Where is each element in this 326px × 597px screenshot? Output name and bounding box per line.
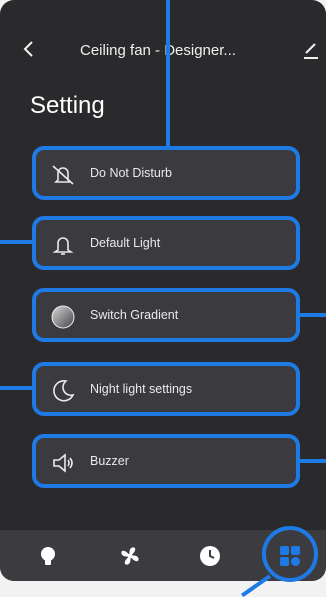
pencil-icon <box>304 43 318 59</box>
night-light-settings-label: Night light settings <box>90 382 193 396</box>
do-not-disturb-item[interactable]: Do Not Disturb <box>32 146 300 200</box>
bell-icon <box>52 237 74 255</box>
edit-button[interactable] <box>300 38 322 60</box>
page-title: Ceiling fan - Designer... <box>80 42 236 59</box>
gradient-circle-icon <box>51 305 75 329</box>
night-light-settings-item[interactable]: Night light settings <box>32 362 300 416</box>
tab-schedule[interactable] <box>198 544 222 568</box>
default-light-label: Default Light <box>90 236 161 250</box>
highlight-ring <box>262 526 318 582</box>
default-light-item[interactable]: Default Light <box>32 216 300 270</box>
highlight-line <box>0 386 34 390</box>
top-bar: Ceiling fan - Designer... <box>0 30 326 70</box>
buzzer-item[interactable]: Buzzer <box>32 434 300 488</box>
fan-icon <box>121 547 139 565</box>
app-screen: Ceiling fan - Designer... Setting Do Not… <box>0 0 326 581</box>
tab-light[interactable] <box>36 544 60 568</box>
back-button[interactable] <box>18 38 40 60</box>
clock-icon <box>200 546 220 566</box>
tab-fan[interactable] <box>118 544 142 568</box>
highlight-line <box>296 459 326 463</box>
chevron-left-icon <box>23 41 33 57</box>
speaker-icon <box>53 453 73 473</box>
do-not-disturb-label: Do Not Disturb <box>90 166 172 180</box>
switch-gradient-item[interactable]: Switch Gradient <box>32 288 300 342</box>
section-heading: Setting <box>30 92 105 119</box>
highlight-line <box>0 240 34 244</box>
moon-icon <box>53 379 75 402</box>
highlight-line <box>166 0 170 148</box>
bulb-icon <box>41 547 55 565</box>
switch-gradient-label: Switch Gradient <box>90 308 179 322</box>
buzzer-label: Buzzer <box>90 454 129 468</box>
highlight-line <box>296 313 326 317</box>
bell-slash-icon <box>52 165 74 185</box>
